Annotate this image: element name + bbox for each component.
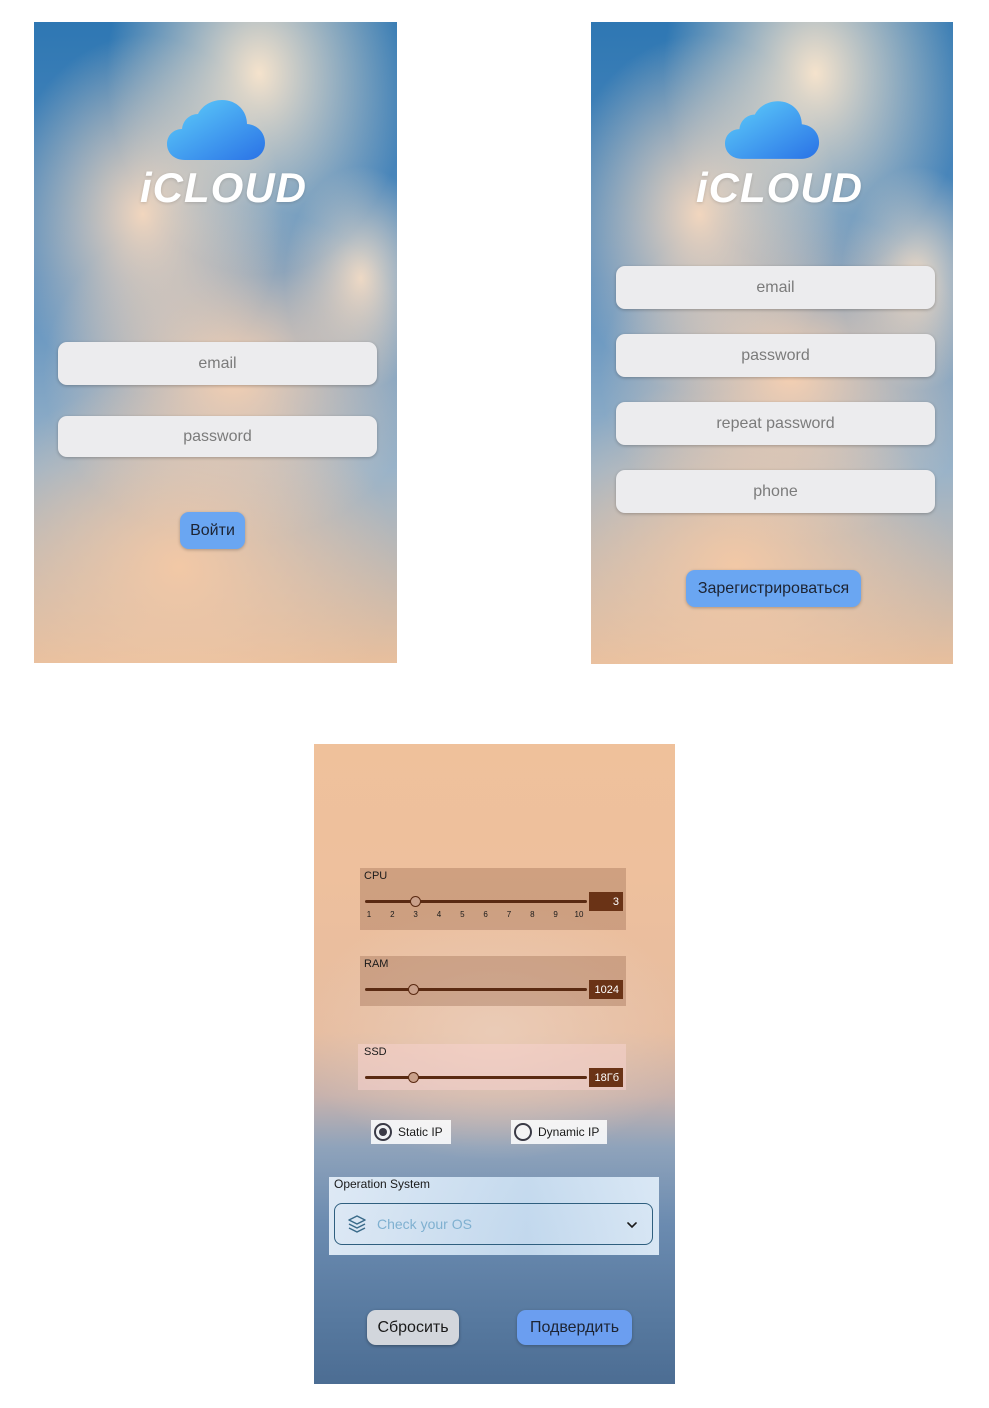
password-field[interactable] [58, 416, 377, 457]
cpu-tick-label: 7 [506, 910, 512, 919]
cpu-label: CPU [364, 870, 388, 882]
email-field[interactable] [58, 342, 377, 385]
ssd-slider-thumb[interactable] [408, 1072, 420, 1083]
cpu-tick-label: 9 [553, 910, 558, 919]
ram-slider-track[interactable] [365, 988, 587, 991]
static-ip-label: Static IP [398, 1125, 443, 1139]
cpu-tick-label: 4 [436, 910, 442, 919]
register-screen: iCLOUD Зарегистрироваться [591, 22, 953, 664]
ram-value: 1024 [589, 980, 623, 999]
register-button[interactable]: Зарегистрироваться [686, 570, 861, 607]
reset-button[interactable]: Сбросить [367, 1310, 459, 1345]
repeat-password-field[interactable] [616, 402, 935, 445]
ssd-label: SSD [364, 1046, 387, 1058]
radio-selected-icon [374, 1123, 392, 1141]
login-button[interactable]: Войти [180, 512, 245, 549]
static-ip-radio[interactable]: Static IP [371, 1120, 451, 1144]
brand-title: iCLOUD [696, 164, 863, 211]
cpu-tick-label: 1 [366, 910, 372, 919]
cpu-tick-label: 6 [483, 910, 488, 919]
cpu-tick-labels: 1 2 3 4 5 6 7 8 9 10 [365, 910, 587, 922]
email-field[interactable] [616, 266, 935, 309]
cpu-slider-panel: CPU 3 1 2 3 4 5 6 7 8 9 10 [360, 868, 626, 930]
ssd-slider-track[interactable] [365, 1076, 587, 1079]
ram-slider-thumb[interactable] [408, 984, 420, 995]
brand-title: iCLOUD [140, 164, 307, 211]
ram-label: RAM [364, 958, 389, 970]
cloud-logo-icon [725, 101, 820, 159]
os-placeholder: Check your OS [377, 1216, 472, 1232]
password-field[interactable] [616, 334, 935, 377]
ram-slider-panel: RAM 1024 [360, 956, 626, 1006]
cpu-tick-label: 5 [460, 910, 465, 919]
cpu-tick-label: 8 [530, 910, 535, 919]
cpu-tick-label: 10 [574, 910, 584, 919]
cpu-tick-label: 3 [413, 910, 418, 919]
dynamic-ip-radio[interactable]: Dynamic IP [511, 1120, 607, 1144]
radio-unselected-icon [514, 1123, 532, 1141]
confirm-button[interactable]: Подвердить [517, 1310, 632, 1345]
chevron-down-icon [627, 1222, 637, 1229]
phone-field[interactable] [616, 470, 935, 513]
cpu-slider-thumb[interactable] [410, 896, 422, 907]
cpu-value: 3 [589, 892, 623, 911]
os-title: Operation System [334, 1177, 431, 1191]
dynamic-ip-label: Dynamic IP [538, 1125, 600, 1139]
server-config-screen: CPU 3 1 2 3 4 5 6 7 8 9 10 RAM 1024 SSD 18Гб Stat… [314, 744, 675, 1384]
os-panel: Operation System Check your OS [329, 1177, 659, 1255]
ssd-slider-panel: SSD 18Гб [358, 1044, 626, 1090]
cpu-tick-label: 2 [390, 910, 395, 919]
os-select[interactable]: Check your OS [334, 1203, 653, 1245]
login-screen: iCLOUD Войти [34, 22, 397, 663]
layers-icon [348, 1215, 366, 1233]
cloud-logo-icon [167, 100, 265, 160]
cpu-slider-track[interactable] [365, 900, 587, 903]
ssd-value: 18Гб [589, 1068, 623, 1087]
